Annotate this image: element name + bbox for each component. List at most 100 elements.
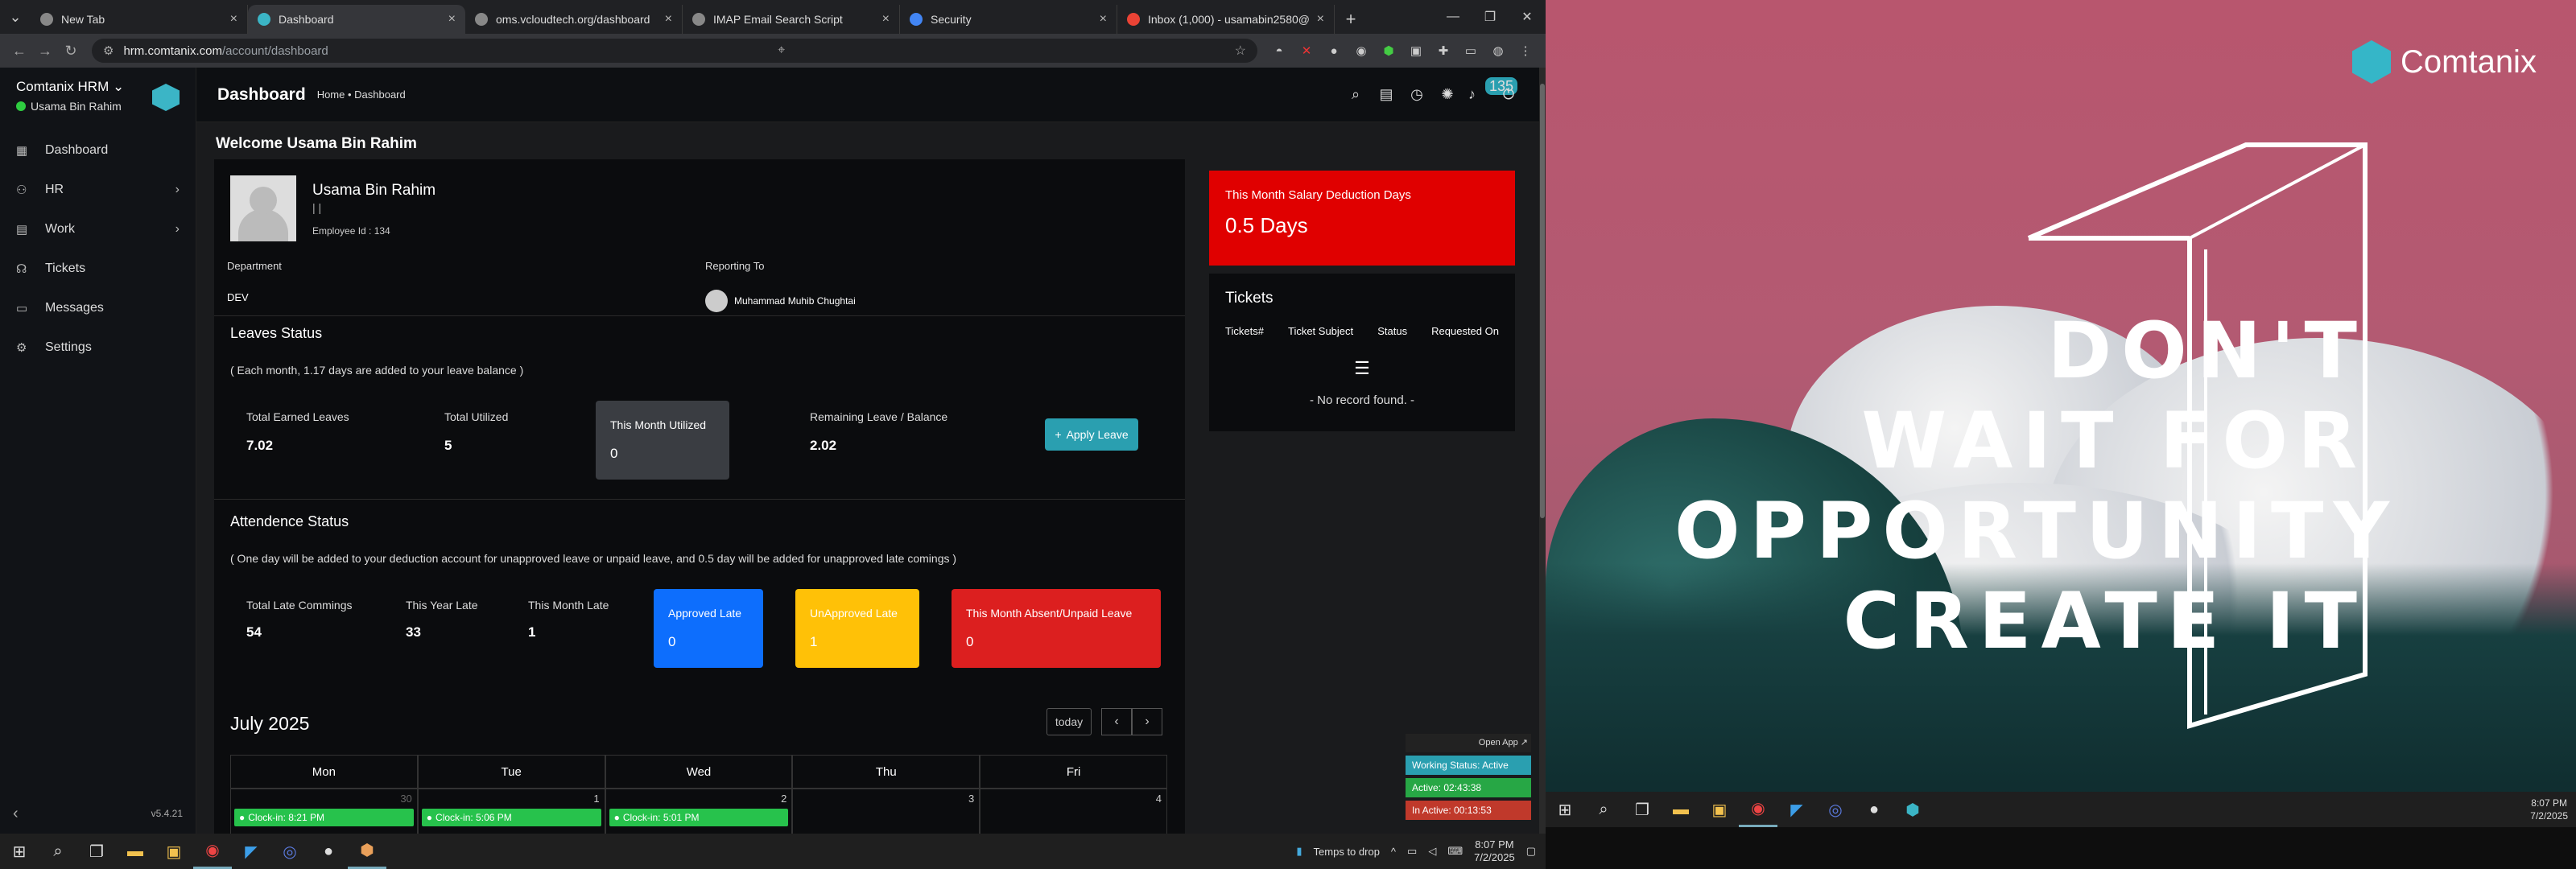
bell-icon[interactable]: ♪ 135 (1468, 77, 1518, 103)
chrome-icon[interactable]: ◉ (193, 834, 232, 869)
windows-start-icon[interactable]: ⊞ (1546, 792, 1584, 827)
settings-icon[interactable]: ✺ (1438, 86, 1457, 103)
hex-logo-icon (2352, 40, 2391, 84)
extension-close-icon[interactable]: ✕ (1293, 39, 1320, 63)
restore-icon[interactable]: ❐ (1472, 0, 1509, 34)
extensions-puzzle-icon[interactable]: ✚ (1430, 39, 1457, 63)
forward-icon[interactable]: → (32, 38, 58, 64)
calendar-day-cell[interactable]: 30 ● Clock-in: 8:21 PM (230, 789, 418, 837)
calendar-day-cell[interactable]: 4 (980, 789, 1167, 837)
sidebar-item-dashboard[interactable]: ▦ Dashboard (0, 130, 196, 170)
apply-leave-button[interactable]: + Apply Leave (1045, 418, 1138, 451)
sidebar-item-messages[interactable]: ▭ Messages (0, 288, 196, 327)
sidebar-item-settings[interactable]: ⚙ Settings (0, 327, 196, 367)
vscode-icon[interactable]: ◤ (1777, 792, 1816, 827)
tab-imap[interactable]: IMAP Email Search Script × (683, 5, 900, 34)
extension-fd-icon[interactable]: ◉ (1348, 39, 1375, 63)
calendar-prev-button[interactable]: ‹ (1101, 708, 1132, 735)
sidebar-item-tickets[interactable]: ☊ Tickets (0, 249, 196, 288)
comtanix-app-icon[interactable]: ⬢ (1893, 792, 1932, 827)
zoom-icon[interactable]: ◎ (270, 834, 309, 869)
leaves-note: ( Each month, 1.17 days are added to you… (230, 364, 524, 377)
search-icon[interactable]: ⌕ (1346, 86, 1365, 103)
tab-inbox[interactable]: Inbox (1,000) - usamabin2580@ × (1117, 5, 1335, 34)
address-bar[interactable]: ⚙ hrm.comtanix.com/account/dashboard ⌖ ☆ (92, 39, 1257, 63)
keyboard-icon[interactable]: ⌨ (1447, 845, 1463, 858)
clock-dot-icon: ● (239, 812, 246, 823)
task-view-icon[interactable]: ❐ (77, 834, 116, 869)
calendar-next-button[interactable]: › (1132, 708, 1162, 735)
close-icon[interactable]: × (882, 12, 890, 27)
profile-avatar-icon[interactable]: ◍ (1484, 39, 1512, 63)
sidebar-menu: ▦ Dashboard ⚇ HR › ▤ Work › ☊ Tickets ▭ Message… (0, 130, 196, 367)
search-icon[interactable]: ⌕ (1584, 792, 1623, 827)
tab-oms[interactable]: oms.vcloudtech.org/dashboard × (465, 5, 683, 34)
breadcrumb[interactable]: Home • Dashboard (317, 89, 406, 101)
close-icon[interactable]: × (665, 12, 672, 27)
task-view-icon[interactable]: ❐ (1623, 792, 1662, 827)
tab-security[interactable]: Security × (900, 5, 1117, 34)
calendar-day-cell[interactable]: 3 (792, 789, 980, 837)
clock-icon[interactable]: ◷ (1407, 86, 1426, 103)
close-icon[interactable]: × (1100, 12, 1107, 27)
minimize-icon[interactable]: — (1435, 0, 1472, 34)
extension-shield-icon[interactable]: ⬢ (1375, 39, 1402, 63)
sidebar-item-hr[interactable]: ⚇ HR › (0, 170, 196, 209)
secondary-taskbar-clock[interactable]: 8:07 PM 7/2/2025 (2530, 797, 2576, 822)
extension-monitor-icon[interactable]: ▣ (1402, 39, 1430, 63)
back-icon[interactable]: ← (6, 38, 32, 64)
chevron-down-icon: ⌄ (112, 79, 125, 94)
calendar-day-cell[interactable]: 2 ● Clock-in: 5:01 PM (605, 789, 793, 837)
page-scrollbar[interactable] (1539, 68, 1546, 834)
tray-chevron-icon[interactable]: ^ (1391, 846, 1396, 858)
bookmark-star-icon[interactable]: ☆ (1224, 43, 1246, 59)
employee-id: Employee Id : 134 (312, 225, 390, 237)
file-explorer-icon[interactable]: ▬ (116, 834, 155, 869)
site-info-icon[interactable]: ⚙ (103, 43, 114, 58)
reload-icon[interactable]: ↻ (58, 38, 84, 64)
speaker-icon[interactable]: ◁ (1428, 845, 1436, 858)
close-icon[interactable]: × (1317, 12, 1324, 27)
new-tab-button[interactable]: + (1335, 5, 1367, 34)
file-explorer-icon[interactable]: ▬ (1662, 792, 1700, 827)
close-window-icon[interactable]: ✕ (1509, 0, 1546, 34)
comtanix-app-icon[interactable]: ⬢ (348, 834, 386, 869)
app-switcher[interactable]: Comtanix HRM ⌄ (16, 79, 124, 95)
sidebar-panel-icon[interactable]: ▭ (1457, 39, 1484, 63)
tickets-empty: - No record found. - (1309, 393, 1415, 407)
divider (214, 315, 1185, 316)
more-menu-icon[interactable]: ⋮ (1512, 39, 1539, 63)
collapse-sidebar-icon[interactable]: ‹ (13, 805, 19, 823)
calendar-event[interactable]: ● Clock-in: 5:06 PM (421, 809, 601, 826)
calendar-event[interactable]: ● Clock-in: 8:21 PM (234, 809, 414, 826)
calendar-day-cell[interactable]: 1 ● Clock-in: 5:06 PM (417, 789, 605, 837)
app-circle-icon[interactable]: ● (1855, 792, 1893, 827)
search-icon[interactable]: ⌕ (39, 834, 77, 869)
activity-widget: Open App ↗ Working Status: Active Active… (1406, 734, 1531, 820)
tab-dashboard[interactable]: Dashboard × (248, 5, 465, 34)
chrome-icon[interactable]: ◉ (1739, 792, 1777, 827)
app-circle-icon[interactable]: ● (309, 834, 348, 869)
notifications-icon[interactable]: ▢ (1526, 845, 1536, 858)
extension-incognito-icon[interactable]: ◓ (1265, 39, 1293, 63)
network-icon[interactable]: ▭ (1407, 845, 1417, 858)
tab-search-icon[interactable]: ⌄ (0, 0, 31, 34)
calendar-event[interactable]: ● Clock-in: 5:01 PM (609, 809, 789, 826)
store-icon[interactable]: ▣ (155, 834, 193, 869)
windows-start-icon[interactable]: ⊞ (0, 834, 39, 869)
notes-icon[interactable]: ▤ (1377, 86, 1396, 103)
tab-new-tab[interactable]: New Tab × (31, 5, 248, 34)
weather-text[interactable]: Temps to drop (1314, 846, 1380, 858)
extension-dot-icon[interactable]: ● (1320, 39, 1348, 63)
open-app-link[interactable]: Open App ↗ (1406, 734, 1531, 752)
close-icon[interactable]: × (448, 12, 456, 27)
location-icon[interactable]: ⌖ (766, 43, 785, 58)
sidebar-item-work[interactable]: ▤ Work › (0, 209, 196, 249)
taskbar-clock[interactable]: 8:07 PM 7/2/2025 (1474, 838, 1515, 864)
store-icon[interactable]: ▣ (1700, 792, 1739, 827)
zoom-icon[interactable]: ◎ (1816, 792, 1855, 827)
today-button[interactable]: today (1046, 708, 1092, 735)
power-icon[interactable]: ⏻ (1499, 86, 1518, 103)
vscode-icon[interactable]: ◤ (232, 834, 270, 869)
close-icon[interactable]: × (230, 12, 237, 27)
